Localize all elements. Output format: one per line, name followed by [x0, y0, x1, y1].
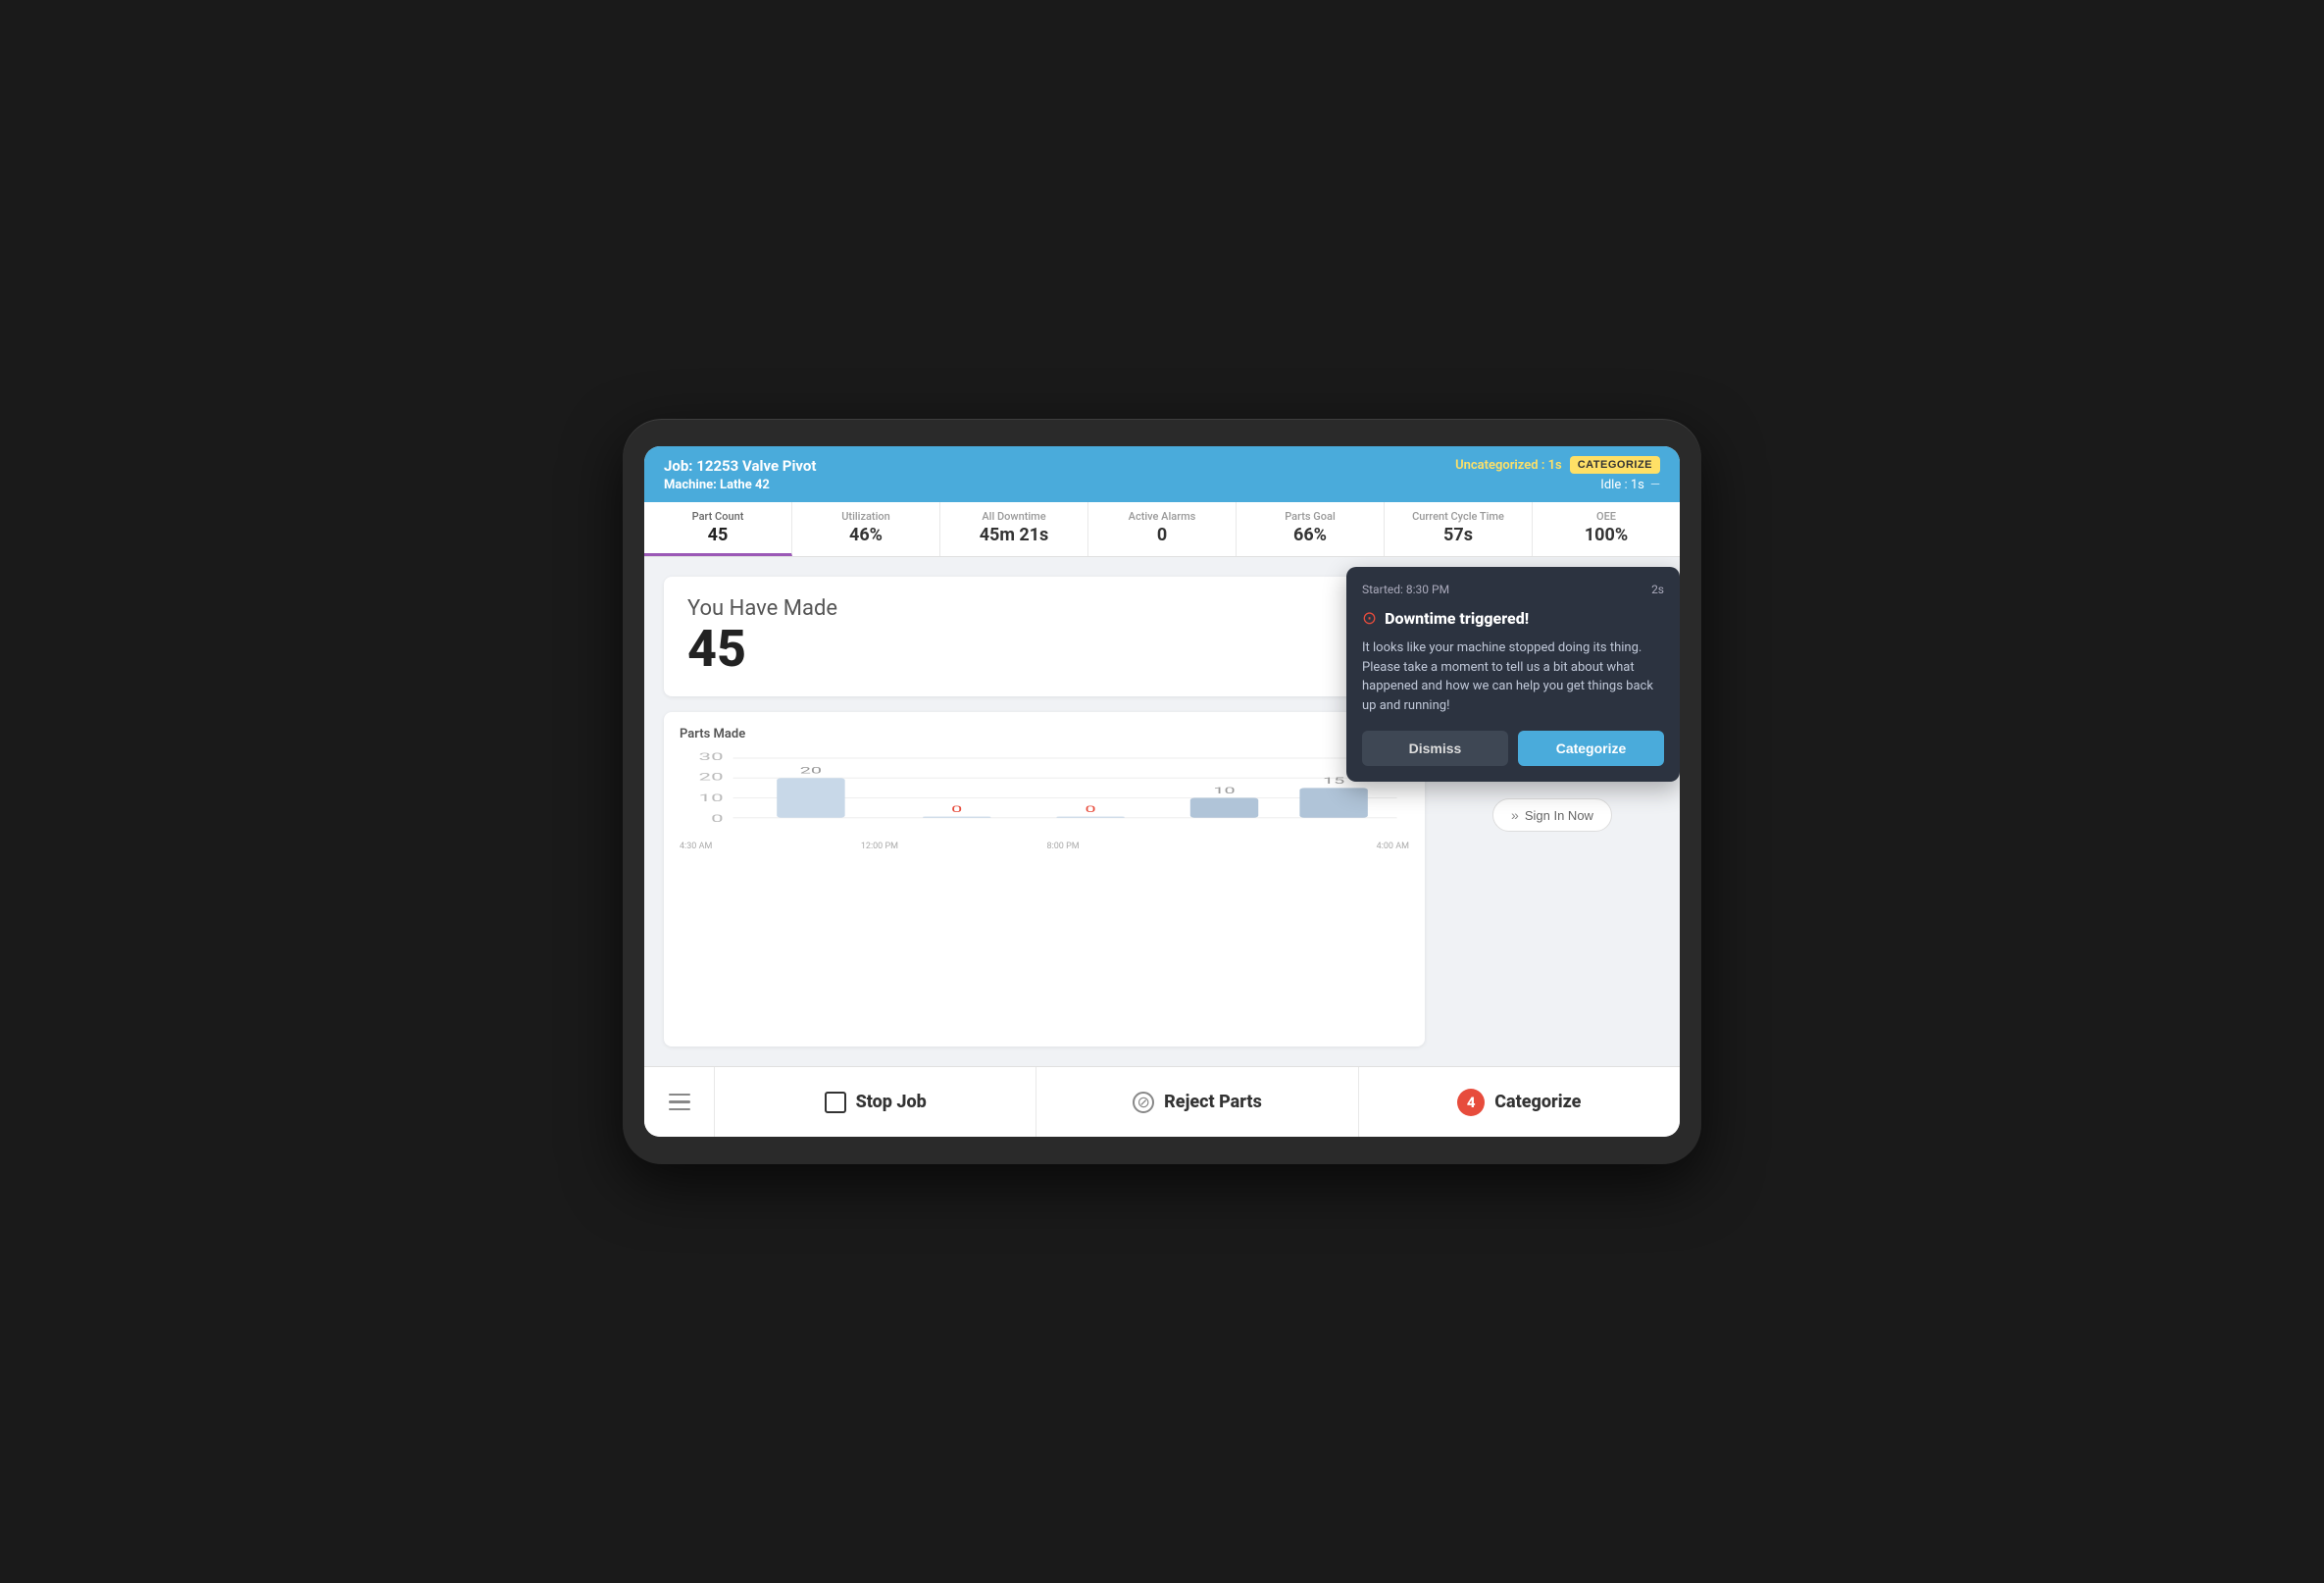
chart-label-5: 4:00 AM [1377, 842, 1409, 851]
svg-text:15: 15 [1323, 776, 1345, 787]
uncategorized-label: Uncategorized : 1s [1455, 458, 1562, 473]
left-panel: You Have Made 45 Parts Made ? 30 20 [664, 577, 1425, 1047]
stat-label-utilization: Utilization [804, 510, 928, 523]
hamburger-line-1 [669, 1094, 690, 1097]
header-left: Job: 12253 Valve Pivot Machine: Lathe 42 [664, 457, 816, 492]
stop-job-label: Stop Job [856, 1092, 927, 1112]
stop-job-button[interactable]: Stop Job [715, 1067, 1036, 1137]
chart-label-3: 8:00 PM [1047, 842, 1080, 851]
svg-text:20: 20 [800, 766, 822, 777]
popup-title: Downtime triggered! [1385, 609, 1529, 628]
bottom-bar: Stop Job ⊘ Reject Parts 4 Categorize [644, 1066, 1680, 1137]
menu-button[interactable] [644, 1067, 715, 1137]
stat-cycle-time[interactable]: Current Cycle Time 57s [1385, 502, 1533, 556]
tablet-device: Job: 12253 Valve Pivot Machine: Lathe 42… [623, 419, 1701, 1164]
warning-icon: ⊙ [1362, 608, 1377, 629]
content-area: You Have Made 45 Parts Made ? 30 20 [644, 557, 1680, 1066]
categorize-label: Categorize [1494, 1092, 1581, 1112]
stat-label-cycle-time: Current Cycle Time [1396, 510, 1520, 523]
svg-text:20: 20 [699, 772, 724, 784]
stat-value-oee: 100% [1544, 525, 1668, 545]
downtime-popup: Started: 8:30 PM 2s ⊙ Downtime triggered… [1346, 567, 1680, 782]
hamburger-line-2 [669, 1100, 690, 1103]
hamburger-line-3 [669, 1108, 690, 1111]
header-bar: Job: 12253 Valve Pivot Machine: Lathe 42… [644, 446, 1680, 502]
stop-icon [825, 1092, 846, 1113]
popup-header: Started: 8:30 PM 2s [1362, 583, 1664, 596]
stat-value-alarms: 0 [1100, 525, 1224, 545]
made-count-value: 45 [687, 621, 1401, 677]
stat-label-part-count: Part Count [656, 510, 780, 523]
stat-part-count[interactable]: Part Count 45 [644, 502, 792, 556]
popup-title-row: ⊙ Downtime triggered! [1362, 608, 1664, 629]
reject-parts-button[interactable]: ⊘ Reject Parts [1036, 1067, 1358, 1137]
stat-all-downtime[interactable]: All Downtime 45m 21s [940, 502, 1088, 556]
bar-chart-svg: 30 20 10 0 [680, 749, 1409, 838]
sign-in-arrow-icon: » [1511, 807, 1519, 823]
reject-parts-label: Reject Parts [1164, 1092, 1262, 1112]
idle-dash: — [1650, 478, 1660, 492]
svg-text:0: 0 [951, 804, 962, 815]
popup-categorize-button[interactable]: Categorize [1518, 731, 1664, 766]
header-status-row: Uncategorized : 1s CATEGORIZE [1455, 456, 1660, 474]
idle-text: Idle : 1s [1600, 478, 1644, 492]
stat-active-alarms[interactable]: Active Alarms 0 [1088, 502, 1237, 556]
chart-header: Parts Made ? [680, 726, 1409, 741]
svg-text:10: 10 [699, 792, 724, 804]
header-right: Uncategorized : 1s CATEGORIZE Idle : 1s … [1455, 456, 1660, 492]
made-section: You Have Made 45 [664, 577, 1425, 696]
stat-utilization[interactable]: Utilization 46% [792, 502, 940, 556]
dismiss-button[interactable]: Dismiss [1362, 731, 1508, 766]
popup-body: It looks like your machine stopped doing… [1362, 638, 1664, 715]
chart-label-1: 4:30 AM [680, 842, 712, 851]
categorize-button[interactable]: 4 Categorize [1359, 1067, 1680, 1137]
stats-bar: Part Count 45 Utilization 46% All Downti… [644, 502, 1680, 557]
svg-text:10: 10 [1213, 786, 1235, 796]
chart-section: Parts Made ? 30 20 10 0 [664, 712, 1425, 1047]
reject-icon: ⊘ [1133, 1092, 1154, 1113]
svg-text:0: 0 [711, 814, 724, 826]
machine-title: Machine: Lathe 42 [664, 478, 816, 492]
categorize-header-button[interactable]: CATEGORIZE [1570, 456, 1660, 474]
chart-labels: 4:30 AM 12:00 PM 8:00 PM 4:00 AM [680, 842, 1409, 851]
stat-value-downtime: 45m 21s [952, 525, 1076, 545]
sign-in-label: Sign In Now [1525, 808, 1593, 823]
you-have-made-label: You Have Made [687, 596, 1401, 621]
svg-text:30: 30 [699, 752, 724, 764]
hamburger-icon [669, 1094, 690, 1111]
tablet-screen: Job: 12253 Valve Pivot Machine: Lathe 42… [644, 446, 1680, 1137]
stat-parts-goal[interactable]: Parts Goal 66% [1237, 502, 1385, 556]
stat-oee[interactable]: OEE 100% [1533, 502, 1680, 556]
stat-value-part-count: 45 [656, 525, 780, 545]
job-title: Job: 12253 Valve Pivot [664, 457, 816, 475]
chart-label-2: 12:00 PM [861, 842, 898, 851]
popup-timer: 2s [1651, 583, 1664, 596]
stat-label-parts-goal: Parts Goal [1248, 510, 1372, 523]
stat-label-downtime: All Downtime [952, 510, 1076, 523]
stat-label-oee: OEE [1544, 510, 1668, 523]
idle-label: Idle : 1s — [1600, 478, 1660, 492]
sign-in-button[interactable]: » Sign In Now [1492, 798, 1612, 832]
chart-title: Parts Made [680, 727, 745, 741]
stat-value-utilization: 46% [804, 525, 928, 545]
chart-area: 30 20 10 0 [680, 749, 1409, 838]
stat-value-parts-goal: 66% [1248, 525, 1372, 545]
categorize-badge: 4 [1457, 1089, 1485, 1116]
popup-actions: Dismiss Categorize [1362, 731, 1664, 766]
main-content: You Have Made 45 Parts Made ? 30 20 [644, 557, 1680, 1137]
popup-started: Started: 8:30 PM [1362, 583, 1449, 596]
stat-value-cycle-time: 57s [1396, 525, 1520, 545]
stat-label-alarms: Active Alarms [1100, 510, 1224, 523]
svg-text:0: 0 [1086, 804, 1096, 815]
